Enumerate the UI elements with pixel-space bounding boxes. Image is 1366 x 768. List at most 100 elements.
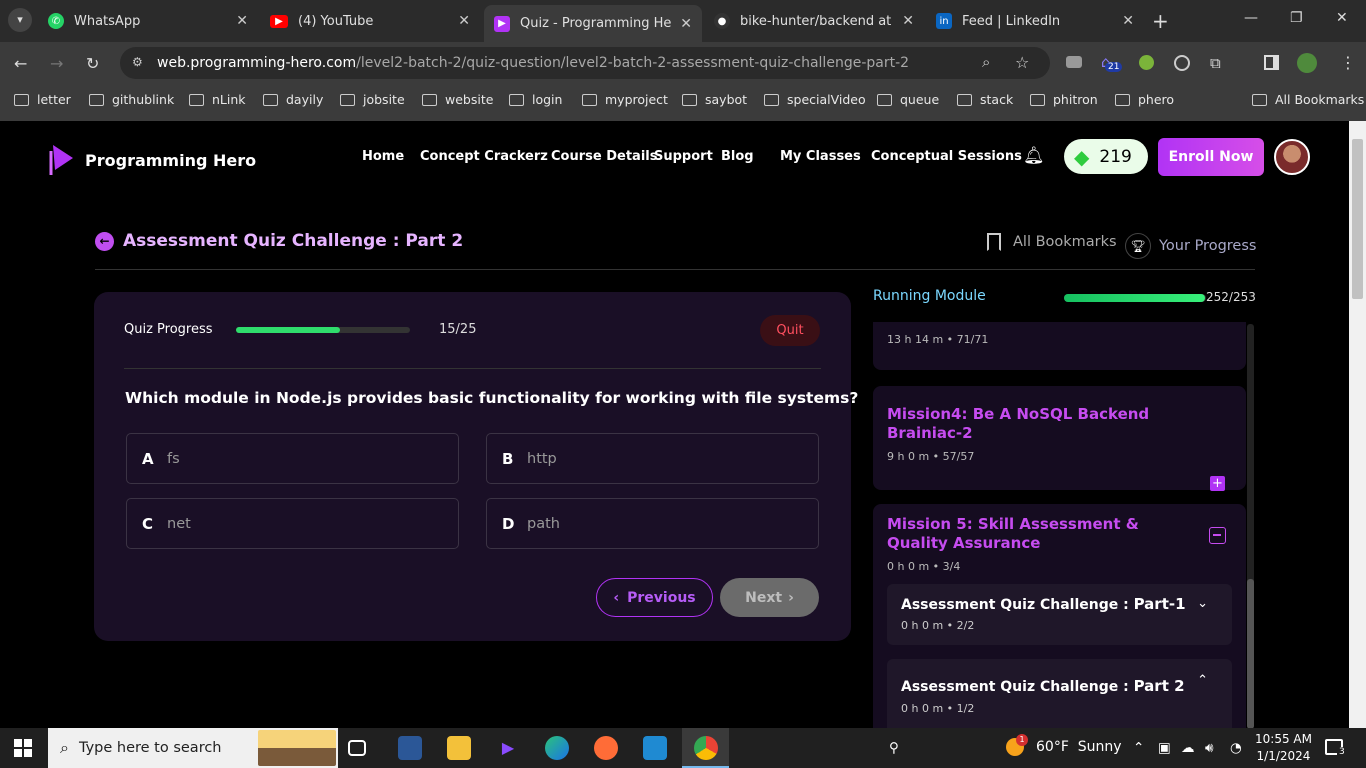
site-info-icon[interactable]: ⚙	[132, 55, 143, 69]
tab-search-button[interactable]: ▾	[8, 8, 32, 32]
bookmark-dayily[interactable]: dayily	[263, 92, 323, 107]
all-bookmarks-link[interactable]: All Bookmarks	[987, 233, 1117, 251]
your-progress-link[interactable]: 🏆︎ Your Progress	[1125, 233, 1256, 259]
forward-icon[interactable]: →	[50, 54, 63, 73]
nav-conceptual-sessions[interactable]: Conceptual Sessions	[871, 149, 1022, 164]
chevron-up-icon[interactable]: ⌃	[1133, 740, 1144, 756]
option-b[interactable]: Bhttp	[486, 433, 819, 484]
option-c[interactable]: Cnet	[126, 498, 459, 549]
tab-linkedin[interactable]: in Feed | LinkedIn ✕	[926, 5, 1144, 37]
module-list-scrollbar[interactable]	[1247, 324, 1254, 729]
bookmark-saybot[interactable]: saybot	[682, 92, 747, 107]
zoom-icon[interactable]: ⌕	[982, 53, 990, 71]
windows-start-icon[interactable]	[14, 739, 32, 757]
bookmark-phero[interactable]: phero	[1115, 92, 1174, 107]
bookmark-nlink[interactable]: nLink	[189, 92, 246, 107]
tab-quiz[interactable]: ▶ Quiz - Programming Hero ✕	[484, 5, 702, 42]
camera-icon[interactable]	[1066, 56, 1082, 68]
close-icon[interactable]: ✕	[902, 13, 914, 29]
extension-green-icon[interactable]	[1139, 55, 1154, 70]
extension-icon[interactable]: ⌂ 21	[1101, 53, 1123, 72]
onedrive-icon[interactable]: ☁	[1181, 740, 1195, 756]
chevron-up-icon[interactable]: ⌃	[1197, 673, 1208, 688]
bookmark-stack[interactable]: stack	[957, 92, 1013, 107]
scrollbar-thumb[interactable]	[1247, 579, 1254, 729]
bookmark-jobsite[interactable]: jobsite	[340, 92, 405, 107]
previous-button[interactable]: ‹ Previous	[596, 578, 713, 617]
collapse-minus-icon[interactable]	[1209, 527, 1226, 544]
minimize-icon[interactable]: —	[1244, 10, 1258, 26]
scrollbar-thumb[interactable]	[1352, 139, 1363, 299]
profile-avatar[interactable]	[1297, 53, 1317, 73]
site-logo[interactable]: Programming Hero	[47, 143, 256, 177]
extensions-puzzle-icon[interactable]: ⧉	[1210, 54, 1221, 72]
vscode-icon[interactable]	[643, 736, 667, 760]
nav-my-classes[interactable]: My Classes	[780, 149, 861, 164]
tab-youtube[interactable]: ▶ (4) YouTube ✕	[260, 5, 480, 37]
meet-now-icon[interactable]: ▣	[1158, 740, 1171, 756]
menu-kebab-icon[interactable]: ⋮	[1340, 53, 1356, 72]
bookmark-phitron[interactable]: phitron	[1030, 92, 1098, 107]
restore-icon[interactable]: ❐	[1290, 10, 1303, 26]
nav-home[interactable]: Home	[362, 149, 404, 164]
wifi-icon[interactable]: ◔	[1230, 740, 1242, 756]
new-tab-button[interactable]: +	[1152, 9, 1169, 33]
volume-icon[interactable]: 🔊︎	[1205, 740, 1214, 756]
enroll-now-button[interactable]: Enroll Now	[1158, 138, 1264, 176]
bookmark-star-icon[interactable]: ☆	[1015, 53, 1029, 72]
module-card-mission5[interactable]: Mission 5: Skill Assessment & Quality As…	[873, 504, 1246, 728]
close-icon[interactable]: ✕	[458, 13, 470, 29]
page-scrollbar[interactable]	[1349, 121, 1366, 728]
gem-counter[interactable]: ◆ 219	[1064, 139, 1148, 174]
tab-github[interactable]: ● bike-hunter/backend at main ✕	[704, 5, 924, 37]
nav-blog[interactable]: Blog	[721, 149, 754, 164]
side-panel-icon[interactable]	[1264, 55, 1279, 70]
window-close-icon[interactable]: ✕	[1336, 10, 1348, 26]
bookmark-website[interactable]: website	[422, 92, 493, 107]
bookmark-myproject[interactable]: myproject	[582, 92, 668, 107]
bookmark-letter[interactable]: letter	[14, 92, 71, 107]
avatar[interactable]	[1274, 139, 1310, 175]
nav-concept-crackerz[interactable]: Concept Crackerz	[420, 149, 548, 164]
lesson-item-part-2[interactable]: Assessment Quiz Challenge : Part 2 0 h 0…	[887, 659, 1232, 728]
all-bookmarks-button[interactable]: All Bookmarks	[1252, 92, 1364, 107]
chrome-taskbar-button[interactable]	[682, 728, 729, 768]
next-button[interactable]: Next ›	[720, 578, 819, 617]
taskbar-search[interactable]: ⌕ Type here to search	[48, 728, 338, 768]
option-a[interactable]: Afs	[126, 433, 459, 484]
back-arrow-icon[interactable]: ←	[95, 231, 114, 251]
back-icon[interactable]: ←	[14, 54, 27, 73]
windows-logo-pane	[24, 749, 32, 757]
tab-whatsapp[interactable]: ✆ WhatsApp ✕	[38, 5, 258, 37]
module-card-mission4[interactable]: Mission4: Be A NoSQL Backend Brainiac-2 …	[873, 386, 1246, 491]
close-icon[interactable]: ✕	[680, 16, 692, 32]
app-icon-blue[interactable]	[398, 736, 422, 760]
task-view-icon[interactable]	[348, 740, 366, 756]
bookmark-specialvideo[interactable]: specialVideo	[764, 92, 866, 107]
close-icon[interactable]: ✕	[1122, 13, 1134, 29]
reload-icon[interactable]: ↻	[86, 54, 99, 73]
taskbar-clock[interactable]: 10:55 AM 1/1/2024	[1255, 731, 1312, 765]
option-d[interactable]: Dpath	[486, 498, 819, 549]
bookmark-queue[interactable]: queue	[877, 92, 939, 107]
bookmark-githublink[interactable]: githublink	[89, 92, 174, 107]
lesson-item-part-1[interactable]: Assessment Quiz Challenge : Part-1 0 h 0…	[887, 584, 1232, 645]
nav-support[interactable]: Support	[654, 149, 713, 164]
bookmark-login[interactable]: login	[509, 92, 562, 107]
notification-icon[interactable]: 3	[1325, 739, 1347, 757]
edge-icon[interactable]	[545, 736, 569, 760]
quit-button[interactable]: Quit	[760, 315, 820, 346]
people-icon[interactable]: ⚲	[889, 740, 899, 756]
close-icon[interactable]: ✕	[236, 13, 248, 29]
extension-target-icon[interactable]	[1174, 55, 1190, 71]
bell-icon[interactable]: 🔔︎	[1023, 146, 1045, 166]
postman-icon[interactable]	[594, 736, 618, 760]
address-bar[interactable]: ⚙ web.programming-hero.com/level2-batch-…	[120, 47, 1050, 79]
file-explorer-icon[interactable]	[447, 736, 471, 760]
nav-course-details[interactable]: Course Details	[551, 149, 657, 164]
programming-hero-app-icon[interactable]: ▶	[496, 736, 520, 760]
weather-widget[interactable]: 1 60°F Sunny	[1006, 734, 1122, 756]
chevron-down-icon[interactable]: ⌄	[1197, 596, 1208, 611]
module-card-previous[interactable]: 13 h 14 m • 71/71	[873, 322, 1246, 370]
expand-plus-icon[interactable]: +	[1210, 476, 1225, 491]
